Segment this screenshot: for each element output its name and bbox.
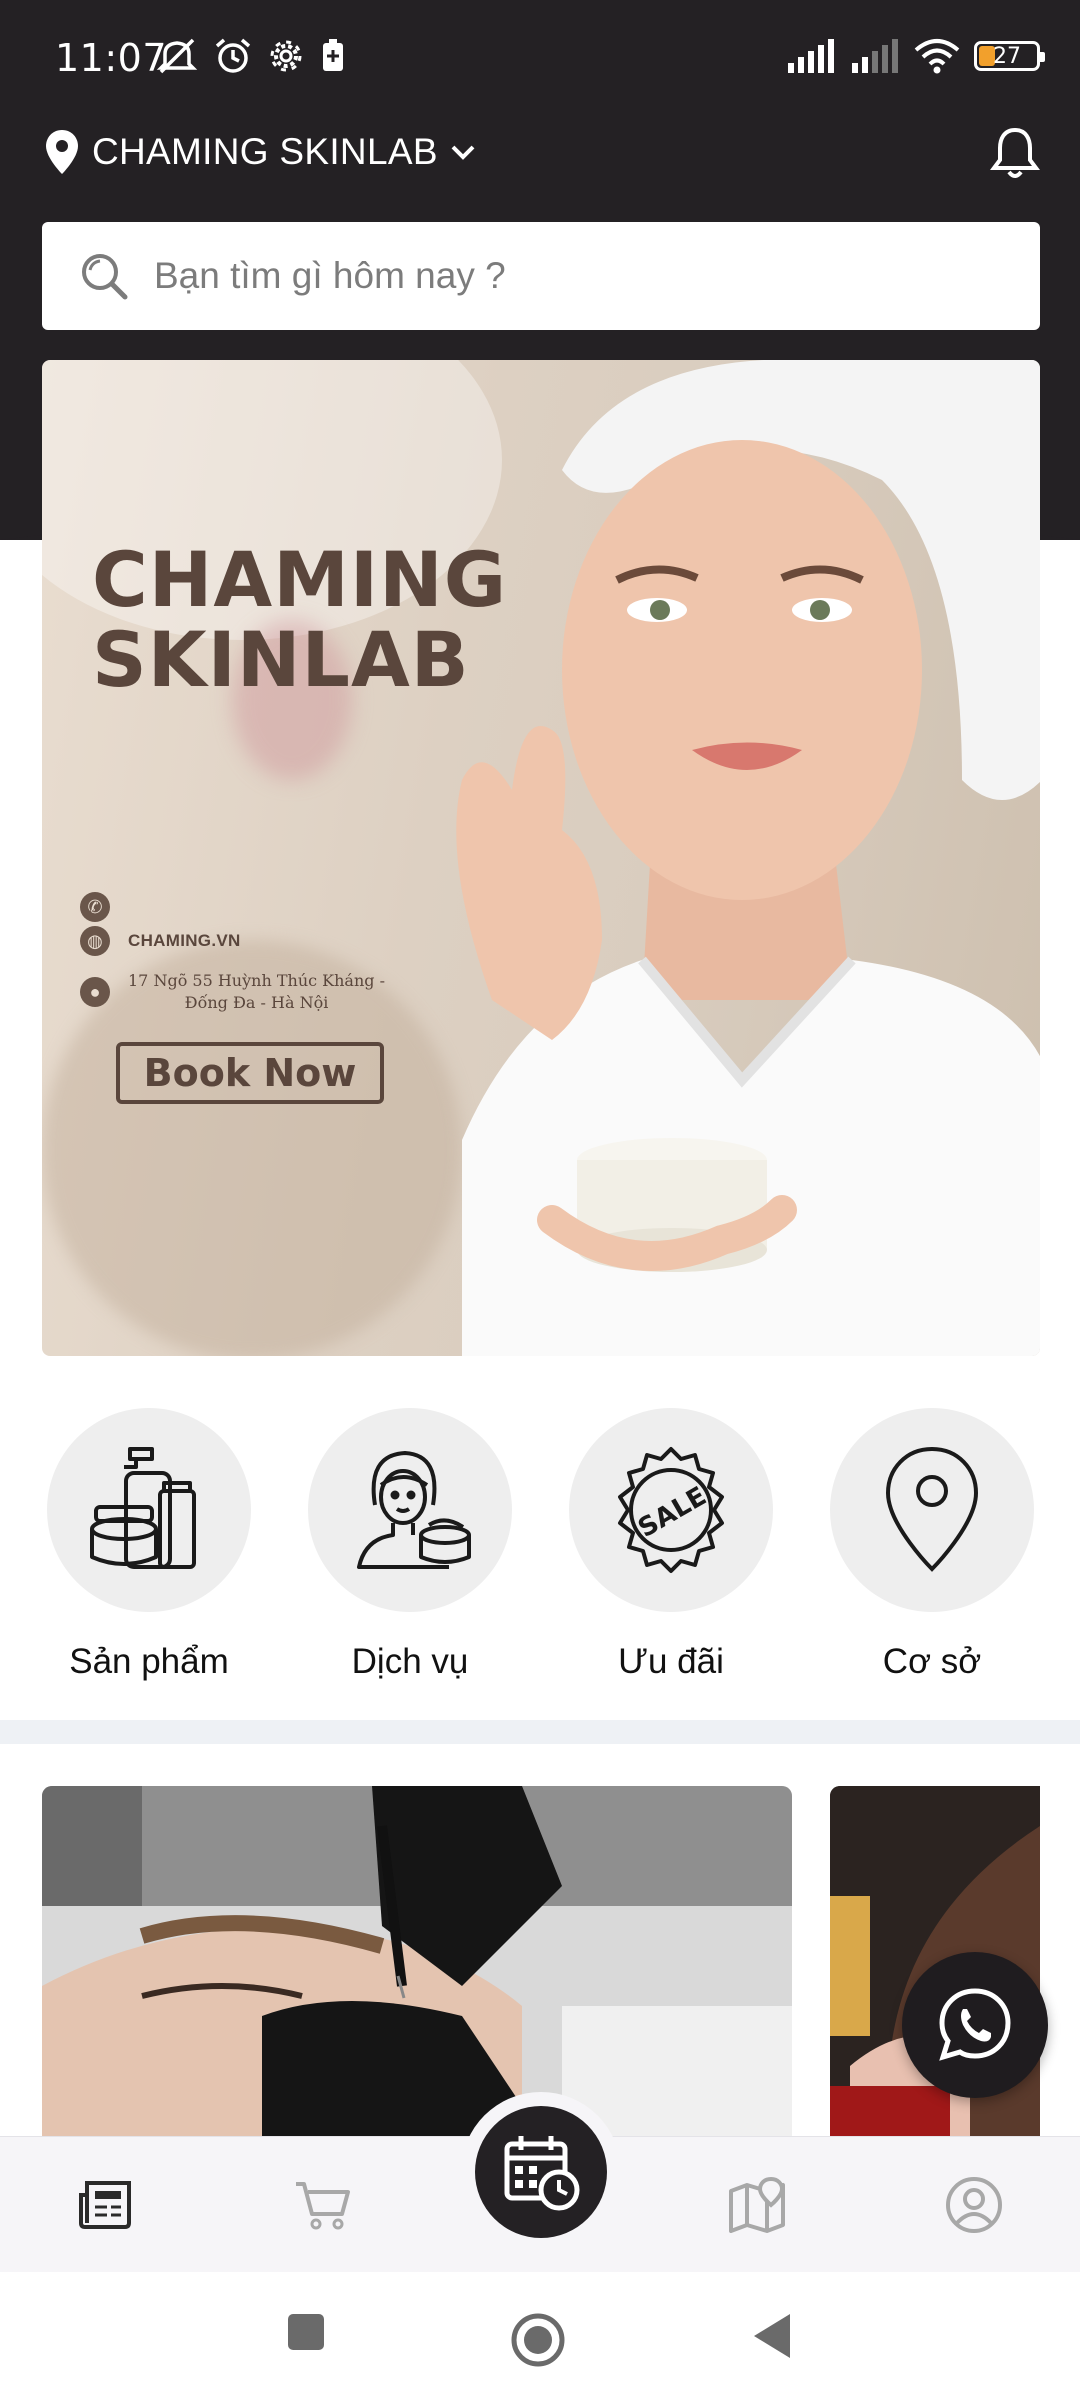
promo-card-image	[42, 1786, 792, 2136]
search-icon	[82, 254, 128, 300]
wifi-icon	[914, 39, 960, 74]
nav-cart[interactable]	[288, 2170, 358, 2240]
location-selector[interactable]: CHAMING SKINLAB	[44, 128, 476, 176]
status-bar: 11:07 27	[0, 0, 1080, 120]
category-circle: SALE	[569, 1408, 773, 1612]
promo-card[interactable]	[42, 1786, 792, 2136]
status-time: 11:07	[55, 36, 168, 80]
cosmetics-bottles-icon	[90, 1447, 196, 1569]
recent-apps-button[interactable]	[286, 2312, 326, 2357]
category-label: Ưu đãi	[618, 1642, 724, 1681]
phone-icon: ✆	[80, 892, 110, 922]
cart-icon	[296, 2182, 350, 2230]
map-icon	[729, 2177, 785, 2233]
nav-account[interactable]	[939, 2170, 1009, 2240]
nav-booking-button[interactable]	[475, 2106, 607, 2238]
calendar-booking-icon	[504, 2136, 580, 2211]
location-pin-icon	[885, 1446, 979, 1572]
whatsapp-icon	[939, 1988, 1011, 2061]
banner-title-line1: CHAMING	[92, 535, 508, 624]
category-label: Dịch vụ	[351, 1642, 469, 1681]
chevron-down-icon	[451, 145, 475, 160]
category-label: Sản phẩm	[69, 1642, 229, 1681]
mute-icon	[156, 38, 198, 74]
banner-phone: ✆	[80, 892, 110, 922]
square-icon	[288, 2314, 324, 2350]
location-pin-icon: ●	[80, 977, 110, 1007]
battery-level: 27	[993, 43, 1021, 69]
whatsapp-chat-button[interactable]	[902, 1952, 1048, 2098]
signal-icon	[788, 39, 834, 73]
promo-banner[interactable]: CHAMING SKINLAB Book Now ✆ ◍ CHAMING.VN …	[42, 360, 1040, 1356]
category-circle	[830, 1408, 1034, 1612]
battery-saver-icon	[323, 39, 343, 71]
banner-title-line2: SKINLAB	[92, 615, 470, 704]
back-button[interactable]	[752, 2312, 792, 2365]
category-circle	[47, 1408, 251, 1612]
signal-icon	[852, 39, 898, 73]
search-placeholder: Bạn tìm gì hôm nay ?	[154, 255, 506, 296]
globe-icon: ◍	[80, 926, 110, 956]
nav-map[interactable]	[722, 2170, 792, 2240]
banner-title: CHAMING SKINLAB	[92, 540, 507, 700]
category-locations[interactable]: Cơ sở	[830, 1408, 1034, 1682]
notification-button[interactable]	[990, 126, 1040, 185]
search-input[interactable]: Bạn tìm gì hôm nay ?	[42, 222, 1040, 330]
home-button[interactable]	[510, 2312, 566, 2373]
category-offers[interactable]: SALE Ưu đãi	[569, 1408, 773, 1682]
bell-icon	[990, 127, 1040, 178]
alarm-icon	[215, 38, 251, 73]
banner-address: ● 17 Ngõ 55 Huỳnh Thúc Kháng - Đống Đa -…	[80, 970, 385, 1014]
category-services[interactable]: Dịch vụ	[308, 1408, 512, 1682]
banner-website: ◍ CHAMING.VN	[80, 926, 241, 956]
home-circle-icon	[511, 2313, 565, 2367]
banner-address-text: 17 Ngõ 55 Huỳnh Thúc Kháng - Đống Đa - H…	[128, 971, 386, 1012]
beauty-service-icon	[357, 1451, 471, 1569]
banner-website-text: CHAMING.VN	[128, 931, 241, 950]
location-pin-icon	[46, 130, 78, 174]
category-label: Cơ sở	[882, 1642, 982, 1681]
category-circle	[308, 1408, 512, 1612]
book-now-button[interactable]: Book Now	[116, 1042, 384, 1104]
back-triangle-icon	[754, 2314, 790, 2358]
banner-model-image	[456, 360, 1040, 1356]
nav-news[interactable]	[72, 2170, 142, 2240]
account-icon	[946, 2177, 1002, 2233]
section-divider	[0, 1720, 1080, 1744]
category-products[interactable]: Sản phẩm	[47, 1408, 251, 1682]
svg-text:SALE: SALE	[633, 1481, 711, 1544]
battery-icon: 27	[974, 41, 1045, 71]
settings-gear-icon	[270, 40, 302, 72]
sale-badge-icon: SALE	[618, 1447, 724, 1573]
news-icon	[79, 2181, 131, 2229]
location-name: CHAMING SKINLAB	[92, 131, 438, 172]
